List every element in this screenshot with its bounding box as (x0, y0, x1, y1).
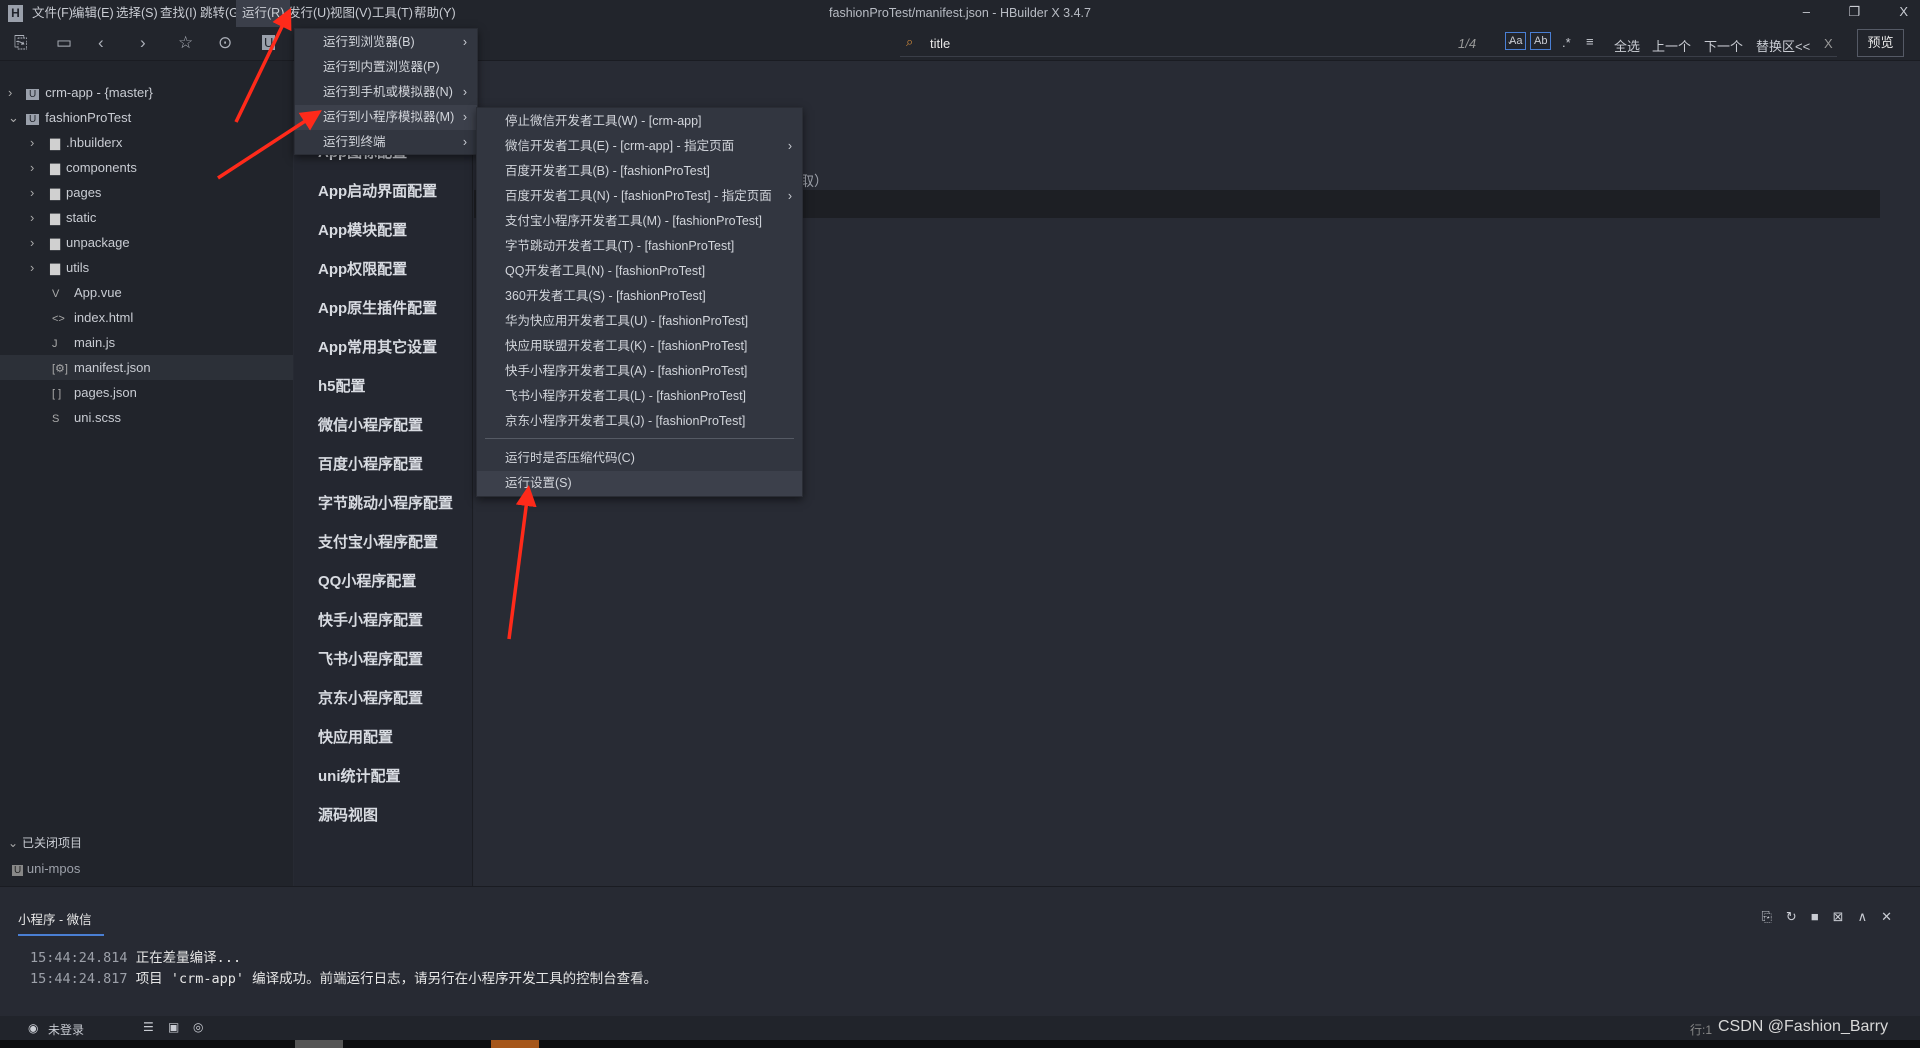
arrow-to-run-settings (507, 485, 537, 640)
arrow-to-run-menu (234, 7, 292, 123)
arrow-to-miniprogram (217, 110, 322, 180)
annotation-arrows (217, 7, 537, 640)
